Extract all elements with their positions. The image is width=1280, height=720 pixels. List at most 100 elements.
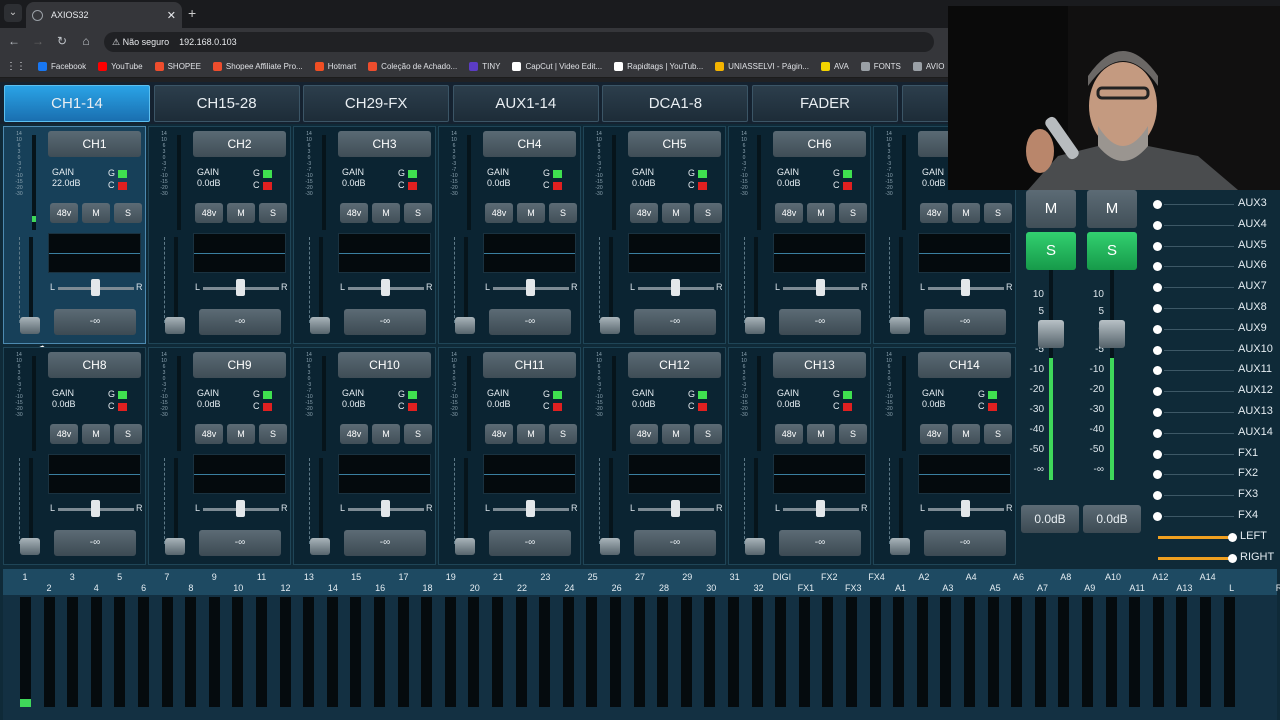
gain-display[interactable]: GAIN 0.0dB <box>777 388 801 410</box>
home-icon[interactable]: ⌂ <box>78 34 94 48</box>
fader-value[interactable]: -∞ <box>779 530 861 556</box>
channel-name-button[interactable]: CH10 <box>338 352 431 378</box>
fader-cap[interactable] <box>165 317 185 334</box>
fader-track[interactable] <box>754 458 758 544</box>
phantom-power-button[interactable]: 48v <box>630 203 658 223</box>
bookmark-item[interactable]: Facebook <box>38 62 86 71</box>
fader-track[interactable] <box>754 237 758 323</box>
fader-track[interactable] <box>609 458 613 544</box>
send-aux5[interactable]: AUX5 <box>1150 236 1280 256</box>
send-knob[interactable] <box>1153 428 1162 438</box>
master-right-value[interactable]: 0.0dB <box>1083 505 1141 533</box>
fader-value[interactable]: -∞ <box>489 309 571 335</box>
channel-name-button[interactable]: CH14 <box>918 352 1011 378</box>
phantom-power-button[interactable]: 48v <box>920 424 948 444</box>
solo-button[interactable]: S <box>694 424 722 444</box>
mute-button[interactable]: M <box>952 203 980 223</box>
tab-dca1-8[interactable]: DCA1-8 <box>602 85 749 122</box>
send-knob[interactable] <box>1153 512 1162 521</box>
fader-track[interactable] <box>464 237 468 323</box>
send-right[interactable]: RIGHT <box>1150 548 1280 568</box>
send-knob[interactable] <box>1153 470 1162 480</box>
send-aux13[interactable]: AUX13 <box>1150 402 1280 422</box>
fader-cap[interactable] <box>310 317 330 334</box>
solo-button[interactable]: S <box>839 203 867 223</box>
send-knob[interactable] <box>1153 345 1162 355</box>
bookmark-item[interactable]: SHOPEE <box>154 62 201 71</box>
pan-knob[interactable] <box>526 500 535 517</box>
fader-cap[interactable] <box>890 538 910 555</box>
fader-value[interactable]: -∞ <box>344 309 426 335</box>
gain-display[interactable]: GAIN 0.0dB <box>342 388 366 410</box>
eq-display[interactable] <box>193 454 286 494</box>
bookmark-item[interactable]: Coleção de Achado... <box>368 62 457 71</box>
fader-cap[interactable] <box>455 317 475 334</box>
bookmark-item[interactable]: FONTS <box>860 62 901 71</box>
phantom-power-button[interactable]: 48v <box>485 424 513 444</box>
send-knob[interactable] <box>1153 366 1162 376</box>
fader-track[interactable] <box>174 237 178 323</box>
fader-value[interactable]: -∞ <box>199 530 281 556</box>
master-right-fader-cap[interactable] <box>1099 320 1125 348</box>
pan-knob[interactable] <box>91 279 100 296</box>
gain-display[interactable]: GAIN 0.0dB <box>632 388 656 410</box>
solo-button[interactable]: S <box>694 203 722 223</box>
mute-button[interactable]: M <box>662 424 690 444</box>
gain-display[interactable]: GAIN 0.0dB <box>777 167 801 189</box>
bookmark-item[interactable]: Rapidtags | YouTub... <box>614 62 703 71</box>
solo-button[interactable]: S <box>259 424 287 444</box>
channel-name-button[interactable]: CH13 <box>773 352 866 378</box>
mute-button[interactable]: M <box>517 203 545 223</box>
solo-button[interactable]: S <box>259 203 287 223</box>
channel-name-button[interactable]: CH6 <box>773 131 866 157</box>
gain-display[interactable]: GAIN 0.0dB <box>922 388 946 410</box>
tab-search-button[interactable]: ⌄ <box>4 4 22 22</box>
channel-name-button[interactable]: CH8 <box>48 352 141 378</box>
bookmark-item[interactable]: Hotmart <box>314 62 356 71</box>
channel-name-button[interactable]: CH12 <box>628 352 721 378</box>
tab-ch1-14[interactable]: CH1-14 <box>4 85 150 122</box>
mute-button[interactable]: M <box>227 424 255 444</box>
bookmark-item[interactable]: UNIASSELVI - Págin... <box>715 62 809 71</box>
send-aux4[interactable]: AUX4 <box>1150 215 1280 235</box>
phantom-power-button[interactable]: 48v <box>195 424 223 444</box>
gain-display[interactable]: GAIN 0.0dB <box>342 167 366 189</box>
fader-value[interactable]: -∞ <box>344 530 426 556</box>
phantom-power-button[interactable]: 48v <box>50 424 78 444</box>
send-knob[interactable] <box>1153 304 1162 313</box>
fader-value[interactable]: -∞ <box>54 309 136 335</box>
mute-button[interactable]: M <box>227 203 255 223</box>
eq-display[interactable] <box>918 454 1011 494</box>
fader-cap[interactable] <box>745 317 765 334</box>
pan-knob[interactable] <box>236 279 245 296</box>
eq-display[interactable] <box>48 454 141 494</box>
fader-cap[interactable] <box>165 538 185 555</box>
browser-tab[interactable]: AXIOS32 ✕ <box>26 2 182 28</box>
mute-button[interactable]: M <box>82 424 110 444</box>
gain-display[interactable]: GAIN 0.0dB <box>52 388 76 410</box>
gain-display[interactable]: GAIN 0.0dB <box>632 167 656 189</box>
send-aux8[interactable]: AUX8 <box>1150 298 1280 318</box>
master-right-mute-button[interactable]: M <box>1087 190 1137 228</box>
fader-value[interactable]: -∞ <box>489 530 571 556</box>
fader-value[interactable]: -∞ <box>54 530 136 556</box>
channel-name-button[interactable]: CH11 <box>483 352 576 378</box>
phantom-power-button[interactable]: 48v <box>340 203 368 223</box>
mute-button[interactable]: M <box>517 424 545 444</box>
fader-value[interactable]: -∞ <box>634 530 716 556</box>
security-indicator[interactable]: ⚠ Não seguro <box>112 37 169 48</box>
send-aux9[interactable]: AUX9 <box>1150 319 1280 339</box>
send-knob[interactable] <box>1153 491 1162 501</box>
phantom-power-button[interactable]: 48v <box>340 424 368 444</box>
pan-knob[interactable] <box>381 279 390 296</box>
tab-ch29-fx[interactable]: CH29-FX <box>303 85 450 122</box>
master-left-value[interactable]: 0.0dB <box>1021 505 1079 533</box>
fader-value[interactable]: -∞ <box>199 309 281 335</box>
channel-name-button[interactable]: CH1 <box>48 131 141 157</box>
tab-aux1-14[interactable]: AUX1-14 <box>452 85 599 122</box>
send-knob[interactable] <box>1153 262 1162 272</box>
fader-track[interactable] <box>174 458 178 544</box>
eq-display[interactable] <box>773 233 866 273</box>
fader-value[interactable]: -∞ <box>634 309 716 335</box>
phantom-power-button[interactable]: 48v <box>195 203 223 223</box>
